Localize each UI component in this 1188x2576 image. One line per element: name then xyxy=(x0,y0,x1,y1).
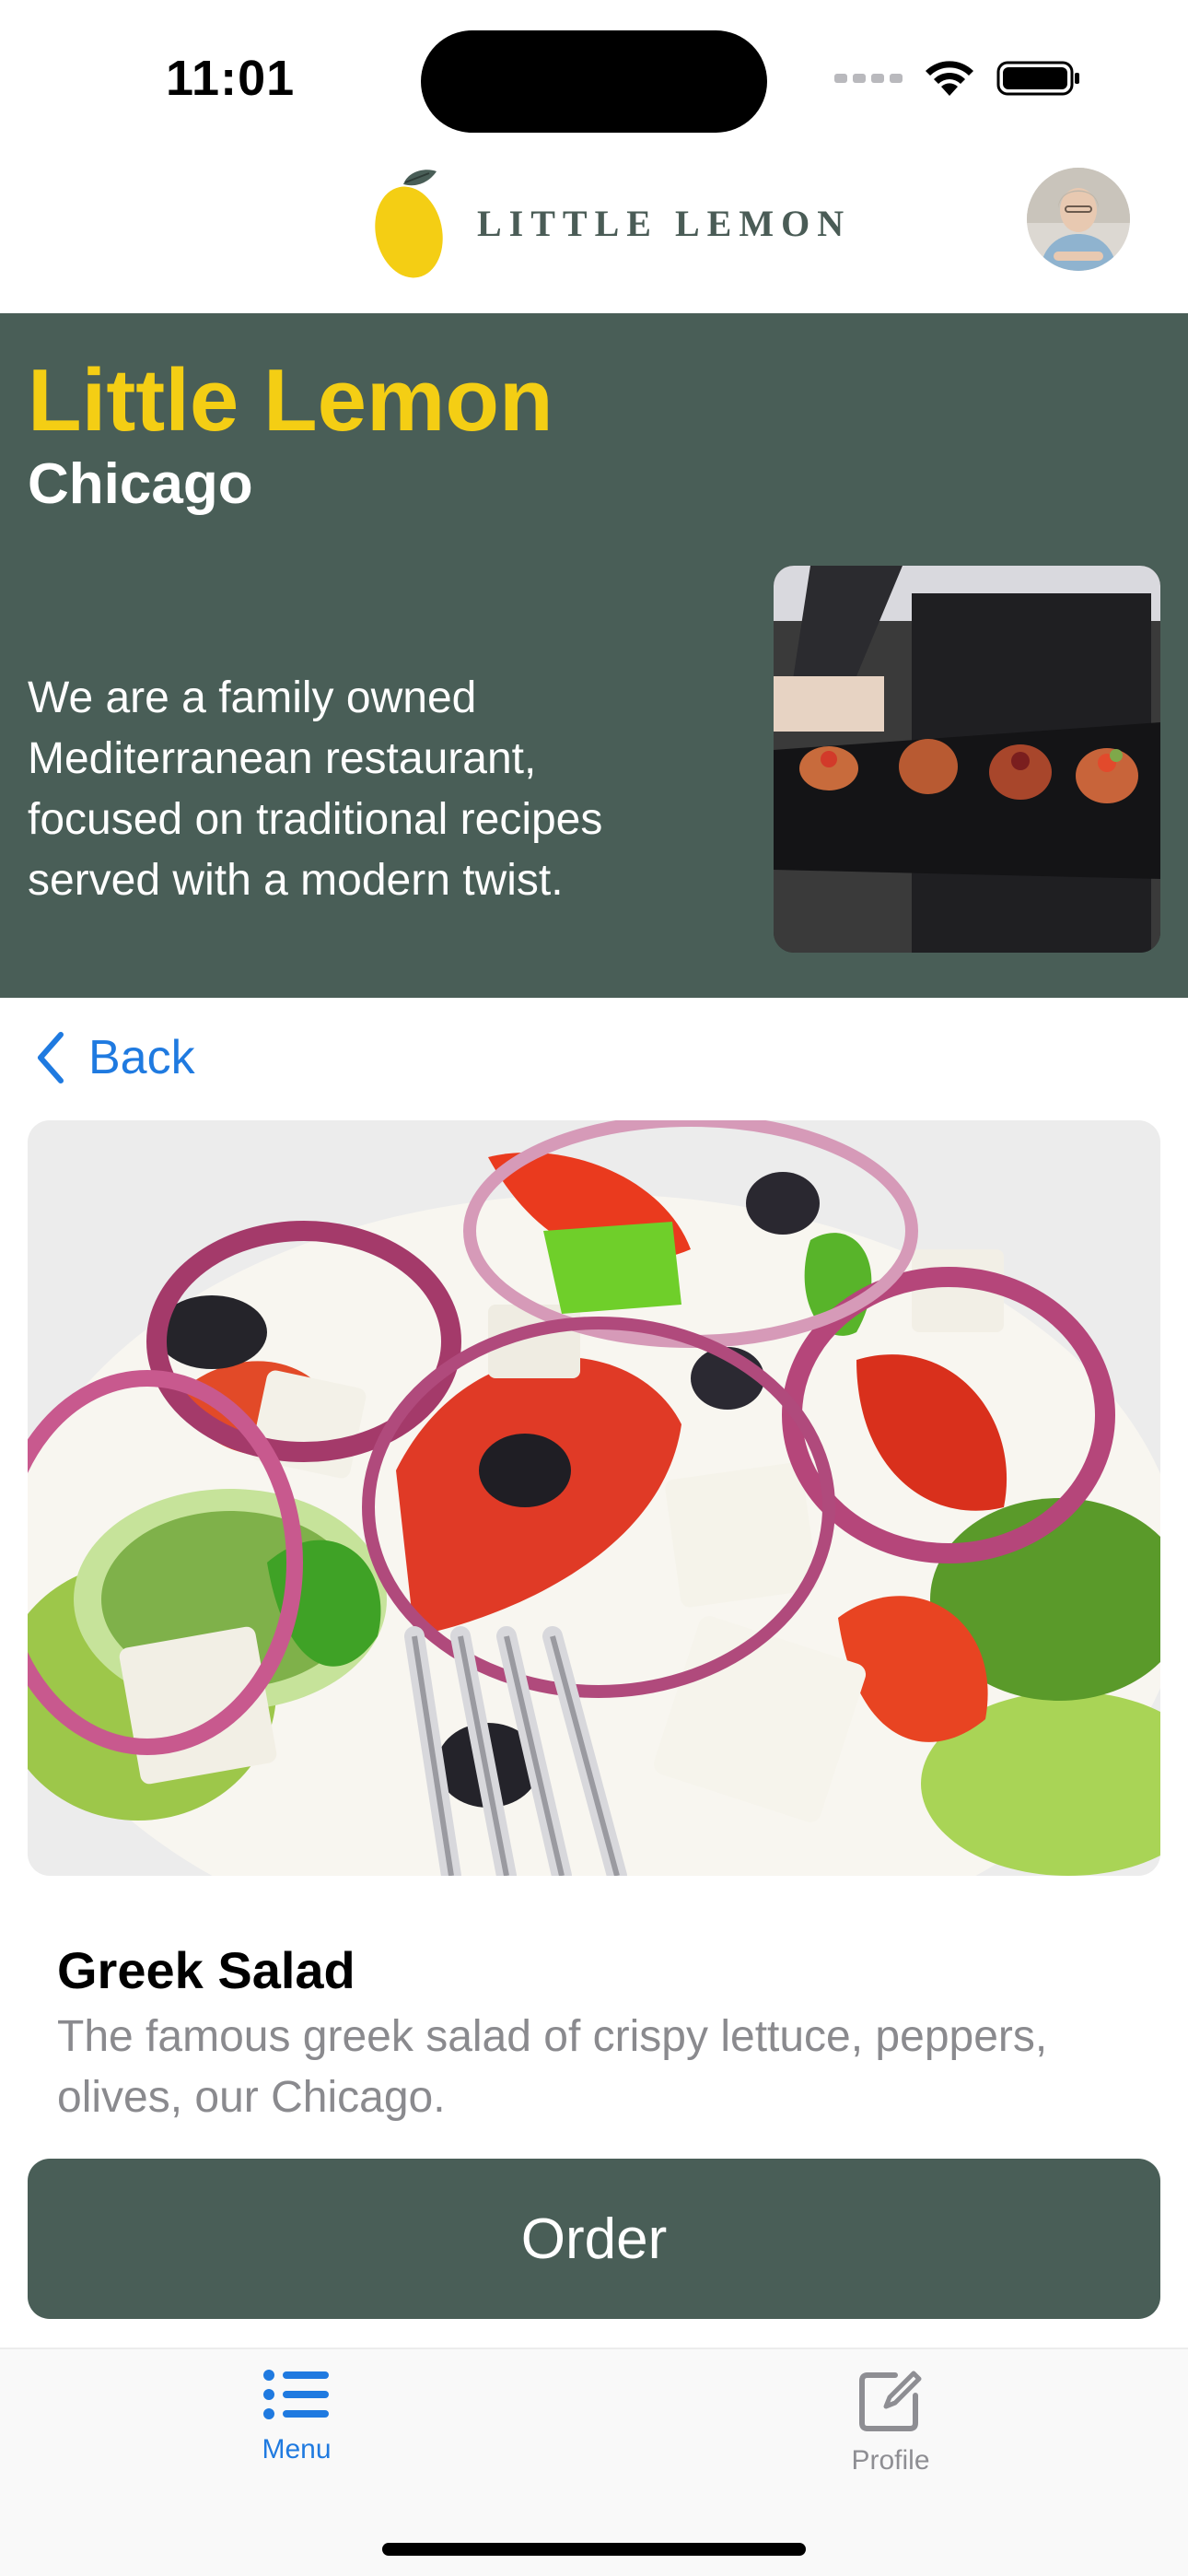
status-icons xyxy=(834,59,1081,98)
app-header: LITTLE LEMON xyxy=(0,147,1188,313)
battery-icon xyxy=(996,61,1079,96)
tab-bar: Menu Profile xyxy=(0,2348,1188,2576)
app-logo: LITTLE LEMON xyxy=(372,166,851,280)
dish-image xyxy=(28,1120,1160,1876)
tab-menu[interactable]: Menu xyxy=(158,2368,435,2465)
dish-title: Greek Salad xyxy=(57,1941,355,1999)
profile-avatar[interactable] xyxy=(1027,168,1130,271)
status-time: 11:01 xyxy=(166,51,296,106)
chevron-left-icon xyxy=(38,1032,64,1083)
back-button[interactable]: Back xyxy=(35,1030,195,1085)
hero-image xyxy=(774,566,1160,953)
dynamic-island xyxy=(421,30,767,133)
avatar-image xyxy=(1027,168,1130,271)
hero-banner: Little Lemon Chicago We are a family own… xyxy=(0,313,1188,998)
tab-profile[interactable]: Profile xyxy=(752,2368,1029,2476)
status-bar: 11:01 xyxy=(0,0,1188,147)
dish-description: The famous greek salad of crispy lettuce… xyxy=(57,2012,1048,2122)
order-button[interactable]: Order xyxy=(28,2159,1160,2319)
lemon-icon xyxy=(375,170,443,278)
hero-description: We are a family owned Mediterranean rest… xyxy=(28,673,603,905)
home-indicator xyxy=(382,2543,806,2556)
logo-text: LITTLE LEMON xyxy=(477,202,852,244)
wifi-icon xyxy=(926,61,973,96)
hero-title: Little Lemon xyxy=(28,351,553,450)
hero-subtitle: Chicago xyxy=(28,452,253,516)
tab-menu-label: Menu xyxy=(262,2434,332,2465)
list-icon xyxy=(263,2370,329,2419)
cellular-signal-icon xyxy=(834,74,903,83)
edit-icon xyxy=(859,2371,922,2431)
tab-profile-label: Profile xyxy=(851,2445,930,2476)
back-label: Back xyxy=(88,1031,195,1084)
